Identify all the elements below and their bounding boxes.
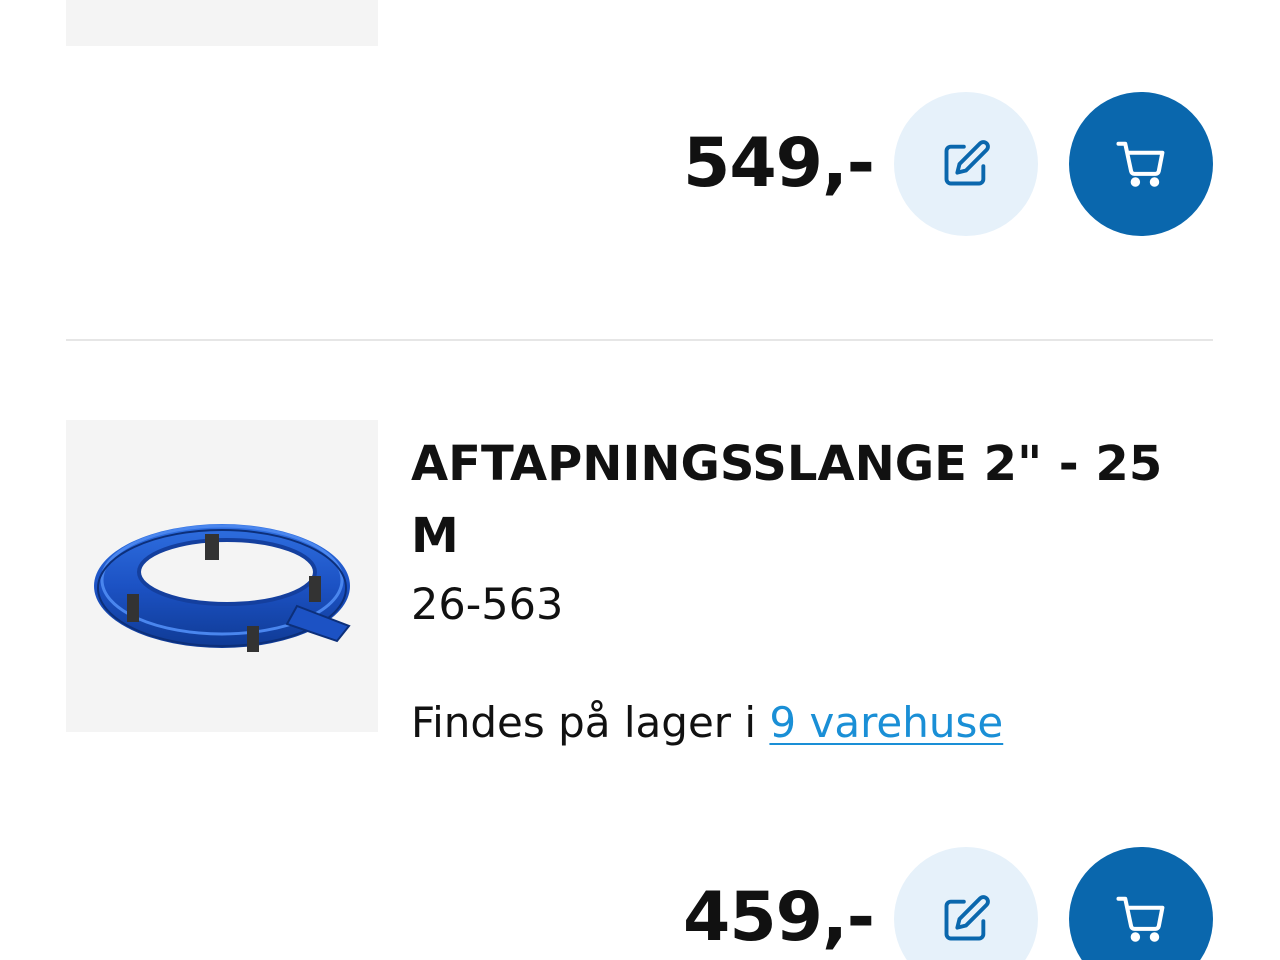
- product-price: 549,-: [683, 124, 875, 203]
- edit-button[interactable]: [894, 847, 1038, 960]
- warehouse-link[interactable]: 9 varehuse: [769, 698, 1003, 747]
- product-title[interactable]: AFTAPNINGSSLANGE 2" - 25 M: [411, 428, 1211, 572]
- edit-icon: [944, 895, 990, 941]
- cart-icon: [1116, 141, 1165, 187]
- product-price: 459,-: [683, 878, 875, 957]
- divider: [66, 339, 1213, 341]
- add-to-cart-button[interactable]: [1069, 847, 1213, 960]
- cart-icon: [1116, 896, 1165, 942]
- stock-status: Findes på lager i 9 varehuse: [411, 698, 1003, 747]
- hose-image: [94, 524, 351, 652]
- product-list: 549,- AFTAPNINGSSLANGE 2" - 25 M 26-563 …: [0, 0, 1280, 960]
- product-thumbnail[interactable]: [66, 420, 378, 732]
- stock-label: Findes på lager i: [411, 698, 770, 747]
- edit-button[interactable]: [894, 92, 1038, 236]
- edit-icon: [944, 140, 990, 186]
- product-sku: 26-563: [411, 580, 564, 630]
- add-to-cart-button[interactable]: [1069, 92, 1213, 236]
- product-thumbnail[interactable]: [66, 0, 378, 46]
